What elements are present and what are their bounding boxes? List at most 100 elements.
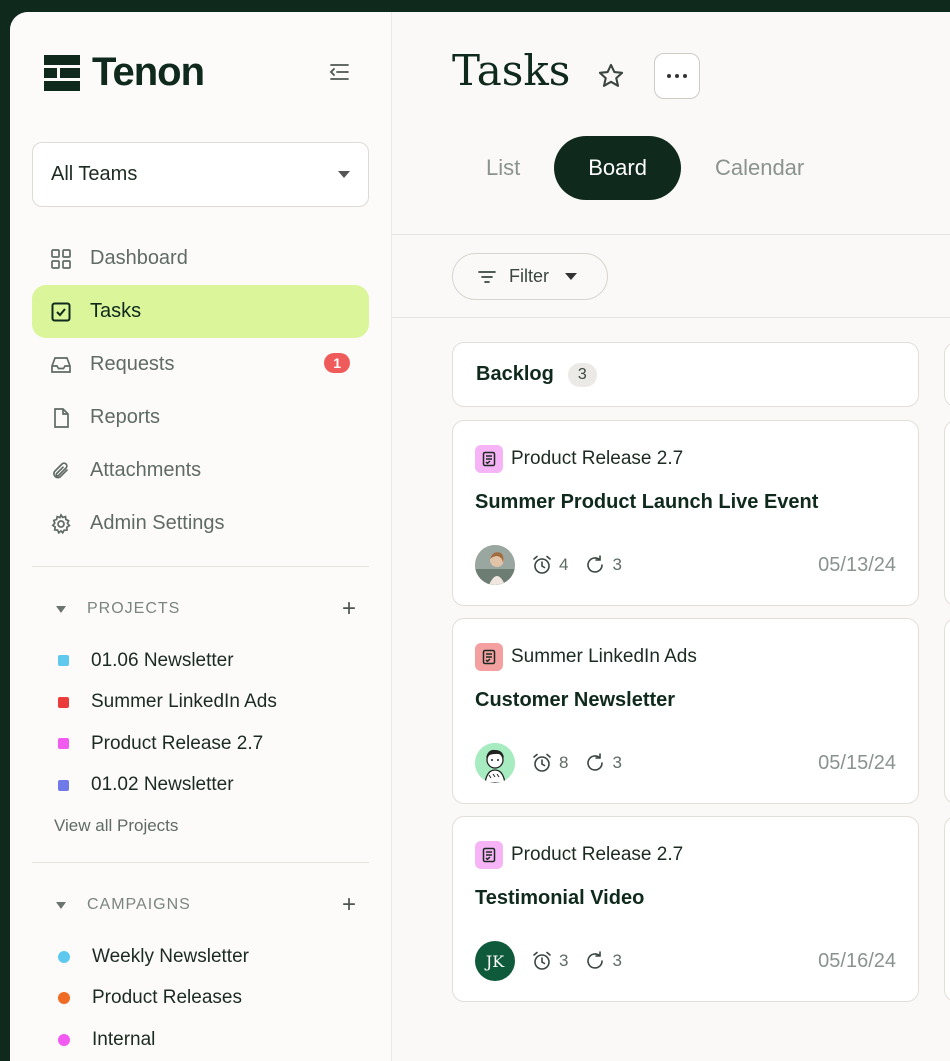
next-column-header[interactable] — [944, 342, 950, 407]
inbox-icon — [51, 356, 71, 373]
nav-item-attachments[interactable]: Attachments — [32, 444, 369, 497]
campaign-item[interactable]: Weekly Newsletter — [32, 936, 369, 978]
filter-button[interactable]: Filter — [452, 253, 608, 300]
project-label: 01.02 Newsletter — [91, 774, 234, 796]
filter-icon — [478, 270, 496, 283]
card-project: Product Release 2.7 — [475, 841, 683, 869]
card-footer: 8 3 05/15/24 — [475, 743, 896, 783]
projects-section-header[interactable]: PROJECTS + — [32, 594, 369, 624]
card-project-label: Product Release 2.7 — [511, 448, 684, 469]
timer-count-value: 4 — [559, 555, 569, 574]
card-due-date: 05/13/24 — [818, 553, 896, 576]
collapse-triangle-icon — [56, 605, 66, 613]
timer-count-value: 8 — [559, 753, 569, 772]
next-column-card[interactable] — [944, 618, 950, 804]
task-card[interactable]: Summer LinkedIn Ads Customer Newsletter … — [452, 618, 919, 804]
timer-count: 8 — [531, 752, 568, 774]
nav-item-label: Requests — [90, 353, 175, 375]
next-column-card[interactable] — [944, 816, 950, 1002]
nav-item-requests[interactable]: Requests 1 — [32, 338, 369, 391]
tab-board[interactable]: Board — [554, 136, 681, 200]
nav-item-dashboard[interactable]: Dashboard — [32, 232, 369, 285]
avatar[interactable] — [475, 545, 515, 585]
card-title: Summer Product Launch Live Event — [475, 491, 819, 513]
add-project-button[interactable]: + — [342, 595, 357, 623]
nav-item-label: Reports — [90, 406, 161, 428]
view-tabs: List Board Calendar — [452, 136, 838, 200]
chevron-down-icon — [565, 273, 577, 280]
divider — [392, 317, 950, 318]
nav-item-label: Dashboard — [90, 247, 188, 269]
document-icon — [54, 407, 69, 428]
campaign-item[interactable]: Internal — [32, 1019, 369, 1061]
paperclip-icon — [53, 461, 68, 478]
refresh-icon — [587, 555, 604, 573]
repeat-count: 3 — [584, 950, 622, 972]
add-campaign-button[interactable]: + — [342, 891, 357, 919]
alarm-clock-icon — [533, 753, 551, 772]
timer-count: 3 — [531, 950, 568, 972]
card-project-label: Summer LinkedIn Ads — [511, 646, 697, 667]
divider — [32, 566, 369, 567]
project-item[interactable]: 01.02 Newsletter — [32, 765, 369, 807]
nav-item-tasks[interactable]: Tasks — [32, 285, 369, 338]
card-footer: 4 3 05/13/24 — [475, 545, 896, 585]
tab-list[interactable]: List — [452, 136, 554, 200]
nav-item-reports[interactable]: Reports — [32, 391, 369, 444]
projects-list: 01.06 Newsletter Summer LinkedIn Ads Pro… — [32, 640, 369, 846]
refresh-icon — [587, 951, 604, 969]
filter-label: Filter — [509, 266, 549, 286]
projects-heading: PROJECTS — [87, 600, 181, 617]
team-select-value: All Teams — [51, 163, 138, 185]
view-all-projects-link[interactable]: View all Projects — [32, 806, 369, 846]
card-due-date: 05/16/24 — [818, 949, 896, 972]
chevron-down-icon — [338, 171, 350, 178]
avatar[interactable] — [475, 743, 515, 783]
campaigns-heading: CAMPAIGNS — [87, 896, 191, 913]
campaigns-list: Weekly Newsletter Product Releases Inter… — [32, 936, 369, 1061]
campaign-item[interactable]: Product Releases — [32, 978, 369, 1020]
project-label: 01.06 Newsletter — [91, 649, 234, 671]
team-select[interactable]: All Teams — [32, 142, 369, 207]
campaign-color-dot — [58, 950, 70, 963]
next-column-card[interactable] — [944, 420, 950, 606]
dot — [675, 74, 679, 78]
avatar-initials[interactable]: JK — [475, 941, 515, 981]
campaign-color-dot — [58, 992, 70, 1005]
divider — [392, 234, 950, 235]
task-card[interactable]: Product Release 2.7 Summer Product Launc… — [452, 420, 919, 606]
repeat-count-value: 3 — [612, 951, 622, 970]
nav-item-admin-settings[interactable]: Admin Settings — [32, 497, 369, 550]
project-badge-icon — [475, 841, 503, 869]
dot — [667, 74, 671, 78]
sidebar: Tenon All Teams Dashboard Tasks Requests — [10, 12, 392, 1061]
repeat-count: 3 — [584, 554, 622, 576]
more-options-button[interactable] — [654, 53, 700, 99]
card-project-label: Product Release 2.7 — [511, 844, 684, 865]
task-card[interactable]: Product Release 2.7 Testimonial Video JK… — [452, 816, 919, 1002]
timer-count-value: 3 — [559, 951, 569, 970]
campaign-color-dot — [58, 1033, 70, 1046]
project-item[interactable]: 01.06 Newsletter — [32, 640, 369, 682]
campaigns-section-header[interactable]: CAMPAIGNS + — [32, 890, 369, 920]
project-item[interactable]: Product Release 2.7 — [32, 723, 369, 765]
campaign-label: Weekly Newsletter — [92, 945, 249, 967]
project-color-swatch — [58, 696, 69, 708]
tab-calendar[interactable]: Calendar — [681, 136, 838, 200]
column-header-backlog[interactable]: Backlog 3 — [452, 342, 919, 407]
project-label: Summer LinkedIn Ads — [91, 691, 277, 713]
alarm-clock-icon — [533, 951, 551, 970]
column-name: Backlog — [476, 363, 554, 385]
brand-name: Tenon — [92, 50, 205, 94]
project-label: Product Release 2.7 — [91, 732, 264, 754]
card-title: Testimonial Video — [475, 887, 645, 909]
project-item[interactable]: Summer LinkedIn Ads — [32, 682, 369, 724]
main-nav: Dashboard Tasks Requests 1 Reports Attac… — [32, 232, 369, 550]
star-icon[interactable] — [597, 62, 625, 90]
gear-icon — [51, 512, 71, 534]
collapse-sidebar-icon[interactable] — [326, 59, 352, 85]
page-title: Tasks — [452, 46, 571, 95]
requests-count-badge: 1 — [324, 353, 350, 373]
repeat-count-value: 3 — [612, 555, 622, 574]
brand-logo[interactable]: Tenon — [44, 50, 205, 95]
